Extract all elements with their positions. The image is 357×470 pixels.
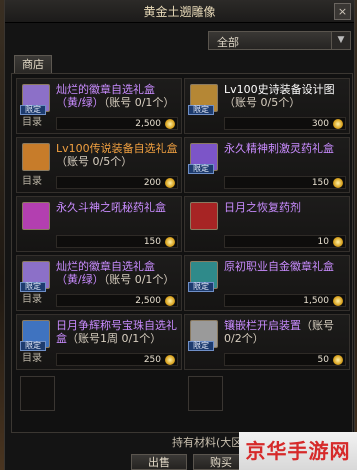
item-card[interactable]: 限定 原初职业自金徽章礼盒 1,500 <box>184 255 350 311</box>
item-name: 镶嵌栏开启装置（账号 0/2个） <box>224 319 334 345</box>
item-card[interactable]: 限定 目录 灿烂的徽章自选礼盒（黄/绿）（账号 0/1个） 2,500 <box>16 255 182 311</box>
coin-icon <box>333 119 343 129</box>
item-card[interactable]: 永久斗神之吼秘药礼盒 150 <box>16 196 182 252</box>
item-name: Lv100史诗装备设计图（账号 0/5个） <box>224 83 335 109</box>
limited-badge: 限定 <box>188 282 214 292</box>
shop-window: 黄金土遡雕像 × 全部 ▼ 商店 限定 目录 灿烂的徽章自选礼盒（黄/绿）（账号… <box>4 0 355 470</box>
price-field: 50 <box>224 353 346 366</box>
item-price: 50 <box>317 355 329 365</box>
category-dropdown-value: 全部 <box>217 36 239 49</box>
limited-badge: 限定 <box>188 341 214 351</box>
coin-icon <box>165 355 175 365</box>
limited-badge: 限定 <box>20 282 46 292</box>
item-price: 150 <box>311 178 329 188</box>
catalog-button[interactable]: 目录 <box>22 175 52 189</box>
item-name: 永久精神刺激灵药礼盒 <box>224 142 334 155</box>
price-field: 150 <box>56 235 178 248</box>
item-limit: （账号 0/5个） <box>56 155 133 168</box>
coin-icon <box>333 237 343 247</box>
coin-icon <box>165 119 175 129</box>
close-button[interactable]: × <box>334 3 351 20</box>
limited-badge: 限定 <box>20 341 46 351</box>
item-name: 日月争辉称号宝珠自选礼盒（账号1周 0/1个） <box>56 319 177 345</box>
potion-box-icon <box>22 202 50 230</box>
item-card[interactable]: 日月之恢复药剂 10 <box>184 196 350 252</box>
item-name: 原初职业自金徽章礼盒 <box>224 260 334 273</box>
gift-box-icon <box>22 143 50 171</box>
price-field: 250 <box>56 353 178 366</box>
coin-icon <box>165 296 175 306</box>
title-bar: 黄金土遡雕像 × <box>5 0 354 23</box>
category-dropdown[interactable]: 全部 ▼ <box>208 31 351 50</box>
limited-badge: 限定 <box>20 105 46 115</box>
empty-slot <box>20 376 55 411</box>
price-field: 150 <box>224 176 346 189</box>
catalog-button[interactable]: 目录 <box>22 293 52 307</box>
limited-badge: 限定 <box>188 105 214 115</box>
item-card[interactable]: 目录 Lv100传说装备自选礼盒（账号 0/5个） 200 <box>16 137 182 193</box>
item-price: 1,500 <box>303 296 329 306</box>
tab-shop[interactable]: 商店 <box>14 55 52 73</box>
item-card[interactable]: 限定 永久精神刺激灵药礼盒 150 <box>184 137 350 193</box>
item-grid: 限定 目录 灿烂的徽章自选礼盒（黄/绿）（账号 0/1个） 2,500 限定 L… <box>11 73 353 433</box>
sell-button[interactable]: 出售 <box>131 454 187 470</box>
coin-icon <box>333 296 343 306</box>
item-price: 300 <box>311 119 329 129</box>
empty-slot <box>188 376 223 411</box>
item-card[interactable]: 限定 目录 日月争辉称号宝珠自选礼盒（账号1周 0/1个） 250 <box>16 314 182 370</box>
item-name: Lv100传说装备自选礼盒（账号 0/5个） <box>56 142 178 168</box>
price-field: 300 <box>224 117 346 130</box>
window-title: 黄金土遡雕像 <box>143 5 216 19</box>
price-field: 10 <box>224 235 346 248</box>
item-limit: （账号 0/5个） <box>224 96 301 109</box>
watermark: 京华手游网 <box>239 432 357 470</box>
item-card[interactable]: 限定 目录 灿烂的徽章自选礼盒（黄/绿）（账号 0/1个） 2,500 <box>16 78 182 134</box>
item-price: 150 <box>143 237 161 247</box>
coin-icon <box>165 178 175 188</box>
coin-icon <box>333 355 343 365</box>
coin-icon <box>333 178 343 188</box>
catalog-button[interactable]: 目录 <box>22 116 52 130</box>
price-field: 1,500 <box>224 294 346 307</box>
item-price: 2,500 <box>135 296 161 306</box>
item-price: 250 <box>143 355 161 365</box>
item-name: 日月之恢复药剂 <box>224 201 301 214</box>
item-price: 10 <box>317 237 329 247</box>
item-name: 灿烂的徽章自选礼盒（黄/绿）（账号 0/1个） <box>56 260 175 286</box>
item-limit: （账号 0/1个） <box>103 273 175 286</box>
item-card[interactable]: 限定 镶嵌栏开启装置（账号 0/2个） 50 <box>184 314 350 370</box>
item-name: 永久斗神之吼秘药礼盒 <box>56 201 166 214</box>
price-field: 2,500 <box>56 117 178 130</box>
item-card[interactable]: 限定 Lv100史诗装备设计图（账号 0/5个） 300 <box>184 78 350 134</box>
item-name: 灿烂的徽章自选礼盒（黄/绿）（账号 0/1个） <box>56 83 175 109</box>
chevron-down-icon[interactable]: ▼ <box>331 32 350 49</box>
item-limit: （账号 0/1个） <box>103 96 175 109</box>
potion-icon <box>190 202 218 230</box>
item-price: 200 <box>143 178 161 188</box>
limited-badge: 限定 <box>188 164 214 174</box>
item-limit: （账号1周 0/1个） <box>67 332 162 345</box>
price-field: 2,500 <box>56 294 178 307</box>
coin-icon <box>165 237 175 247</box>
item-price: 2,500 <box>135 119 161 129</box>
catalog-button[interactable]: 目录 <box>22 352 52 366</box>
price-field: 200 <box>56 176 178 189</box>
